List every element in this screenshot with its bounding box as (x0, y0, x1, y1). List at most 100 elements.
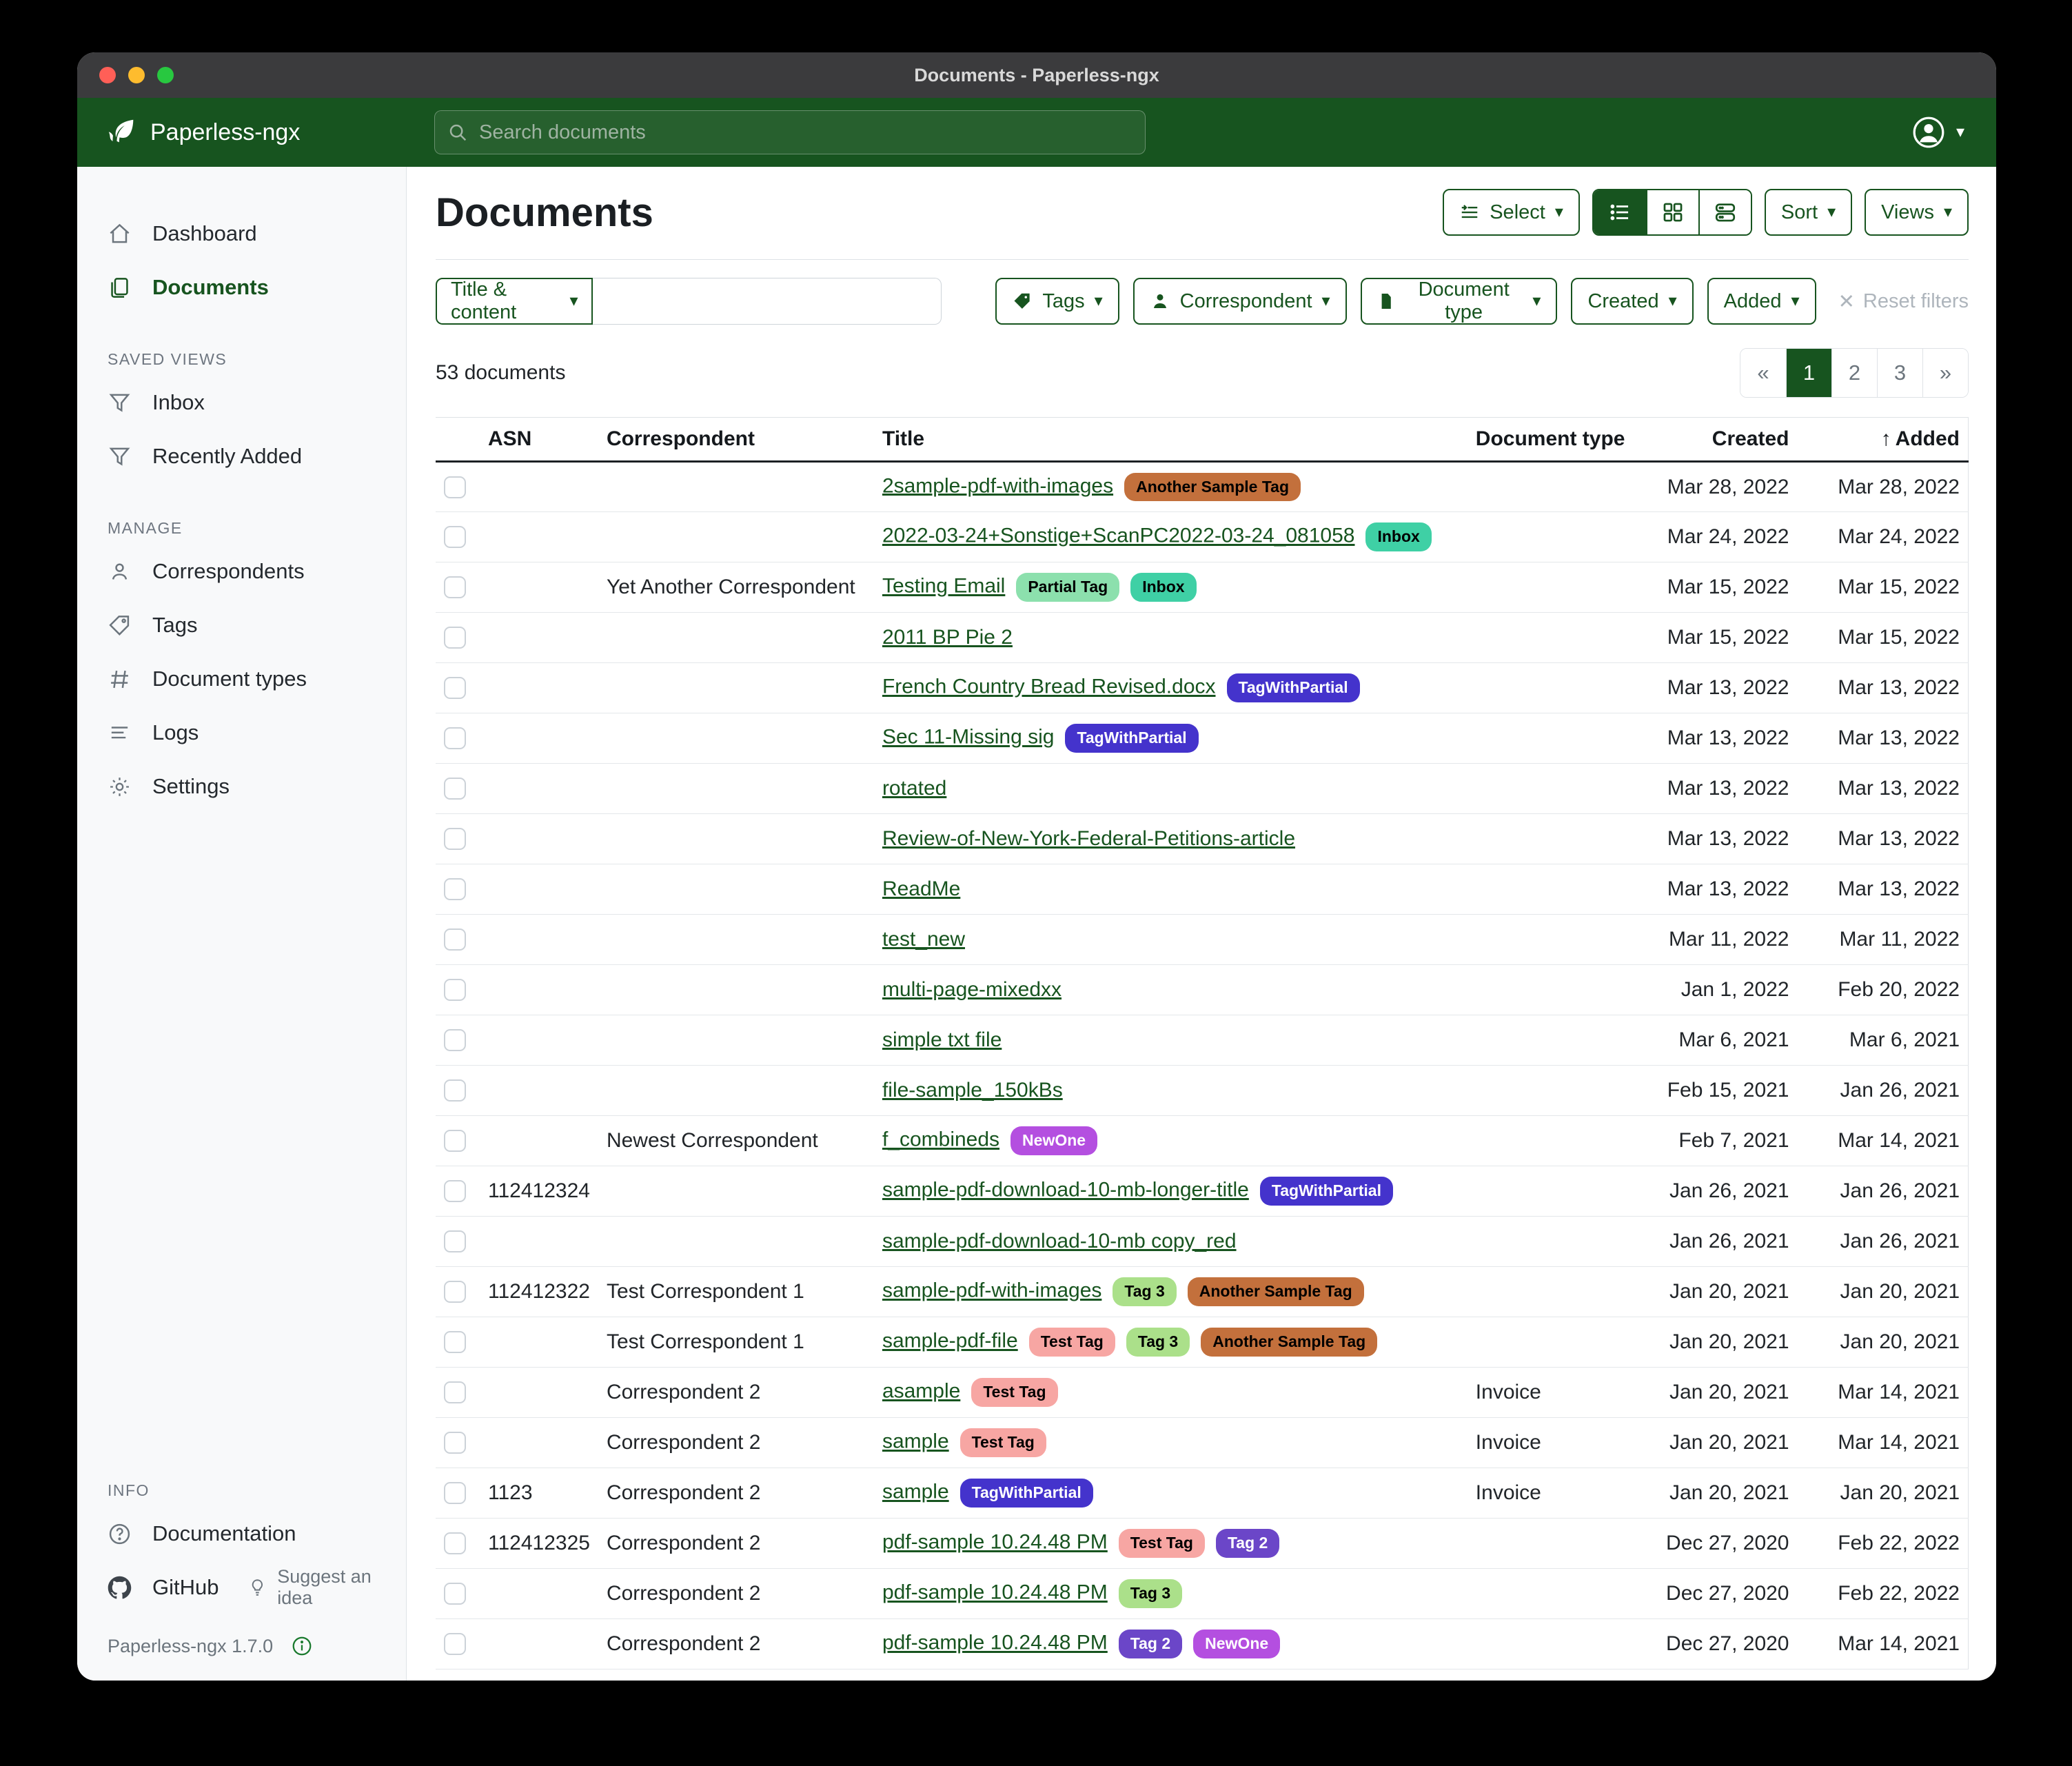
tag-pill[interactable]: Inbox (1130, 573, 1196, 601)
row-checkbox[interactable] (444, 828, 466, 850)
tag-pill[interactable]: Test Tag (1029, 1328, 1115, 1356)
sidebar-item-github[interactable]: GitHub (77, 1561, 219, 1614)
row-checkbox[interactable] (444, 576, 466, 598)
row-checkbox[interactable] (444, 1482, 466, 1504)
tag-pill[interactable]: Tag 3 (1126, 1328, 1190, 1356)
row-checkbox[interactable] (444, 1532, 466, 1554)
document-title-link[interactable]: pdf-sample 10.24.48 PM (882, 1632, 1108, 1654)
row-checkbox[interactable] (444, 476, 466, 498)
row-checkbox[interactable] (444, 627, 466, 649)
brand[interactable]: Paperless-ngx (77, 116, 300, 148)
row-checkbox[interactable] (444, 1079, 466, 1102)
tag-pill[interactable]: Another Sample Tag (1201, 1328, 1377, 1356)
row-checkbox[interactable] (444, 928, 466, 951)
user-menu[interactable]: ▾ (1912, 116, 1964, 149)
select-button[interactable]: Select ▾ (1443, 189, 1580, 236)
created-filter-button[interactable]: Created ▾ (1571, 278, 1693, 325)
document-title-link[interactable]: sample (882, 1430, 949, 1453)
info-circle-icon[interactable] (291, 1635, 313, 1657)
tags-filter-button[interactable]: Tags ▾ (995, 278, 1119, 325)
document-title-link[interactable]: rotated (882, 777, 946, 800)
sidebar-item-recently-added[interactable]: Recently Added (77, 429, 406, 483)
row-checkbox[interactable] (444, 1130, 466, 1152)
row-checkbox[interactable] (444, 778, 466, 800)
sidebar-item-dashboard[interactable]: Dashboard (77, 207, 406, 261)
header-correspondent[interactable]: Correspondent (598, 418, 874, 462)
document-title-link[interactable]: 2022-03-24+Sonstige+ScanPC2022-03-24_081… (882, 525, 1355, 547)
sidebar-item-documents[interactable]: Documents (77, 261, 406, 314)
tag-pill[interactable]: TagWithPartial (960, 1479, 1093, 1507)
pagination-page-1[interactable]: 1 (1786, 349, 1831, 397)
tag-pill[interactable]: Partial Tag (1016, 573, 1119, 601)
sort-button[interactable]: Sort ▾ (1765, 189, 1852, 236)
zoom-window-button[interactable] (157, 67, 174, 83)
document-title-link[interactable]: Review-of-New-York-Federal-Petitions-art… (882, 827, 1295, 850)
pagination-page-3[interactable]: 3 (1877, 349, 1922, 397)
sidebar-item-documentation[interactable]: Documentation (77, 1507, 406, 1561)
document-title-link[interactable]: pdf-sample 10.24.48 PM (882, 1581, 1108, 1604)
row-checkbox[interactable] (444, 1331, 466, 1353)
correspondent-filter-button[interactable]: Correspondent ▾ (1133, 278, 1347, 325)
minimize-window-button[interactable] (128, 67, 145, 83)
row-checkbox[interactable] (444, 1230, 466, 1252)
document-title-link[interactable]: file-sample_150kBs (882, 1079, 1063, 1102)
global-search[interactable] (434, 110, 1146, 154)
tag-pill[interactable]: NewOne (1010, 1126, 1097, 1155)
row-checkbox[interactable] (444, 1633, 466, 1655)
document-title-link[interactable]: ReadMe (882, 877, 960, 900)
sidebar-item-document-types[interactable]: Document types (77, 652, 406, 706)
tag-pill[interactable]: Test Tag (960, 1428, 1046, 1457)
tag-pill[interactable]: TagWithPartial (1065, 724, 1198, 752)
document-title-link[interactable]: pdf-sample 10.24.48 PM (882, 1531, 1108, 1554)
row-checkbox[interactable] (444, 1281, 466, 1303)
added-filter-button[interactable]: Added ▾ (1707, 278, 1816, 325)
reset-filters-button[interactable]: ✕ Reset filters (1838, 290, 1969, 314)
view-list-button[interactable] (1594, 190, 1646, 234)
row-checkbox[interactable] (444, 878, 466, 900)
document-title-link[interactable]: sample-pdf-download-10-mb copy_red (882, 1230, 1237, 1252)
row-checkbox[interactable] (444, 1583, 466, 1605)
tag-pill[interactable]: Another Sample Tag (1124, 473, 1301, 501)
filter-field-button[interactable]: Title & content ▾ (436, 278, 593, 325)
view-cards-button[interactable] (1698, 190, 1751, 234)
row-checkbox[interactable] (444, 1381, 466, 1403)
document-title-link[interactable]: simple txt file (882, 1028, 1002, 1051)
suggest-idea-link[interactable]: Suggest an idea (247, 1566, 406, 1609)
document-title-link[interactable]: 2011 BP Pie 2 (882, 626, 1013, 649)
pagination-page-2[interactable]: 2 (1831, 349, 1877, 397)
header-title[interactable]: Title (874, 418, 1467, 462)
tag-pill[interactable]: Another Sample Tag (1188, 1277, 1364, 1306)
row-checkbox[interactable] (444, 727, 466, 749)
sidebar-item-settings[interactable]: Settings (77, 760, 406, 813)
view-grid-button[interactable] (1646, 190, 1698, 234)
tag-pill[interactable]: NewOne (1193, 1630, 1280, 1658)
tag-pill[interactable]: Tag 3 (1113, 1277, 1176, 1306)
sidebar-item-tags[interactable]: Tags (77, 598, 406, 652)
document-title-link[interactable]: Sec 11-Missing sig (882, 726, 1055, 749)
row-checkbox[interactable] (444, 1029, 466, 1051)
document-title-link[interactable]: multi-page-mixedxx (882, 978, 1062, 1001)
document-title-link[interactable]: French Country Bread Revised.docx (882, 676, 1216, 698)
tag-pill[interactable]: TagWithPartial (1227, 673, 1360, 702)
close-window-button[interactable] (99, 67, 116, 83)
document-title-link[interactable]: f_combineds (882, 1128, 999, 1151)
sidebar-item-correspondents[interactable]: Correspondents (77, 545, 406, 598)
row-checkbox[interactable] (444, 526, 466, 548)
document-type-filter-button[interactable]: Document type ▾ (1361, 278, 1558, 325)
header-asn[interactable]: ASN (480, 418, 598, 462)
tag-pill[interactable]: Tag 3 (1119, 1579, 1182, 1607)
document-title-link[interactable]: asample (882, 1380, 960, 1403)
row-checkbox[interactable] (444, 1432, 466, 1454)
pagination-next-button[interactable]: » (1922, 349, 1968, 397)
sidebar-item-logs[interactable]: Logs (77, 706, 406, 760)
row-checkbox[interactable] (444, 677, 466, 699)
document-title-link[interactable]: test_new (882, 928, 965, 951)
pagination-prev-button[interactable]: « (1740, 349, 1786, 397)
header-document-type[interactable]: Document type (1467, 418, 1634, 462)
row-checkbox[interactable] (444, 979, 466, 1001)
tag-pill[interactable]: Inbox (1365, 522, 1431, 551)
tag-pill[interactable]: Test Tag (971, 1378, 1057, 1406)
header-added[interactable]: ↑Added (1798, 418, 1969, 462)
filter-text-input[interactable] (593, 278, 942, 325)
document-title-link[interactable]: sample (882, 1481, 949, 1503)
